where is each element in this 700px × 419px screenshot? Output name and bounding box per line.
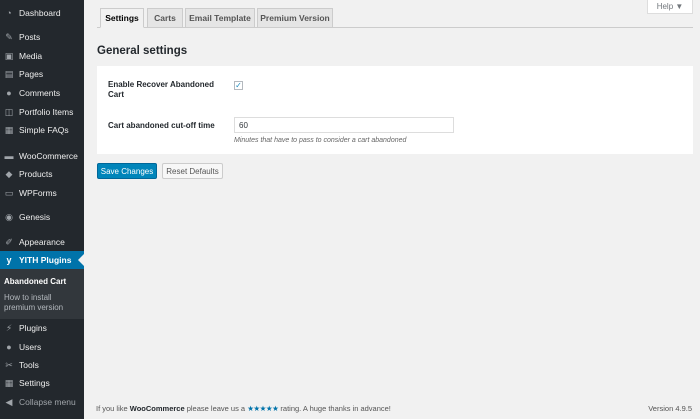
rating-stars-link[interactable]: ★★★★★ [247,404,279,413]
portfolio-icon: ◫ [4,106,14,117]
gauge-icon: ◔ [6,8,12,18]
menu-dashboard[interactable]: ◔ Dashboard [0,4,84,22]
menu-settings[interactable]: ▦ Settings [0,374,84,392]
admin-sidebar: ◔ Dashboard ✎ Posts ▣ Media ▤ Pages ● Co… [0,0,84,419]
menu-simple-faqs[interactable]: ▦ Simple FAQs [0,121,84,139]
menu-posts[interactable]: ✎ Posts [0,28,84,46]
submenu-abandoned-cart[interactable]: Abandoned Cart [4,277,82,287]
reset-defaults-button[interactable]: Reset Defaults [162,163,223,179]
tab-premium-version[interactable]: Premium Version [257,8,333,28]
menu-woocommerce[interactable]: ▬ WooCommerce [0,147,84,165]
page-icon: ▤ [4,68,14,79]
box-icon: ◆ [5,168,13,179]
cutoff-time-input[interactable] [234,117,454,133]
woo-icon: ▬ [4,151,14,161]
footer-prefix: If you like [96,404,130,413]
collapse-icon: ◀ [5,396,13,407]
footer-middle: please leave us a [184,404,248,413]
enable-recover-checkbox[interactable]: ✓ [234,81,243,90]
pin-icon: ✎ [5,31,13,42]
genesis-icon: ◉ [5,211,13,222]
version-text: Version 4.9.5 [648,404,692,413]
enable-recover-label: Enable Recover Abandoned Cart [108,80,214,99]
menu-users[interactable]: ● Users [0,338,84,356]
help-button[interactable]: Help ▼ [647,0,693,14]
media-icon: ▣ [4,50,14,61]
plug-icon: ⚡ [5,322,13,333]
form-icon: ▭ [4,187,14,198]
faq-icon: ▦ [4,124,14,135]
section-title: General settings [97,45,188,57]
tab-email-template[interactable]: Email Template [185,8,255,28]
footer-brand: WooCommerce [129,404,185,413]
yith-icon: y [6,255,12,265]
menu-wpforms[interactable]: ▭ WPForms [0,184,84,202]
user-icon: ● [6,342,12,352]
cutoff-time-description: Minutes that have to pass to consider a … [234,137,407,144]
footer-credit: If you like WooCommerce please leave us … [96,404,391,413]
cutoff-time-label: Cart abandoned cut-off time [108,121,215,130]
collapse-menu-button[interactable]: ◀ Collapse menu [0,393,84,411]
settings-icon: ▦ [4,377,14,388]
submenu-install-premium[interactable]: How to install premium version [4,293,82,313]
tab-settings[interactable]: Settings [100,8,144,28]
wrench-icon: ✂ [5,359,13,370]
menu-plugins[interactable]: ⚡ Plugins [0,319,84,337]
settings-panel: Enable Recover Abandoned Cart ✓ Cart aba… [97,66,693,154]
footer-suffix: rating. A huge thanks in advance! [278,404,391,413]
active-menu-arrow [78,254,84,266]
menu-appearance[interactable]: ✐ Appearance [0,233,84,251]
menu-comments[interactable]: ● Comments [0,84,84,102]
menu-portfolio-items[interactable]: ◫ Portfolio Items [0,103,84,121]
tab-carts[interactable]: Carts [147,8,183,28]
comment-icon: ● [6,88,12,98]
menu-genesis[interactable]: ◉ Genesis [0,208,84,226]
menu-products[interactable]: ◆ Products [0,165,84,183]
menu-media[interactable]: ▣ Media [0,47,84,65]
brush-icon: ✐ [5,236,13,247]
save-changes-button[interactable]: Save Changes [97,163,157,179]
yith-submenu: Abandoned Cart How to install premium ve… [0,269,84,319]
menu-yith-plugins[interactable]: y YITH Plugins [0,251,84,269]
menu-tools[interactable]: ✂ Tools [0,356,84,374]
menu-pages[interactable]: ▤ Pages [0,65,84,83]
